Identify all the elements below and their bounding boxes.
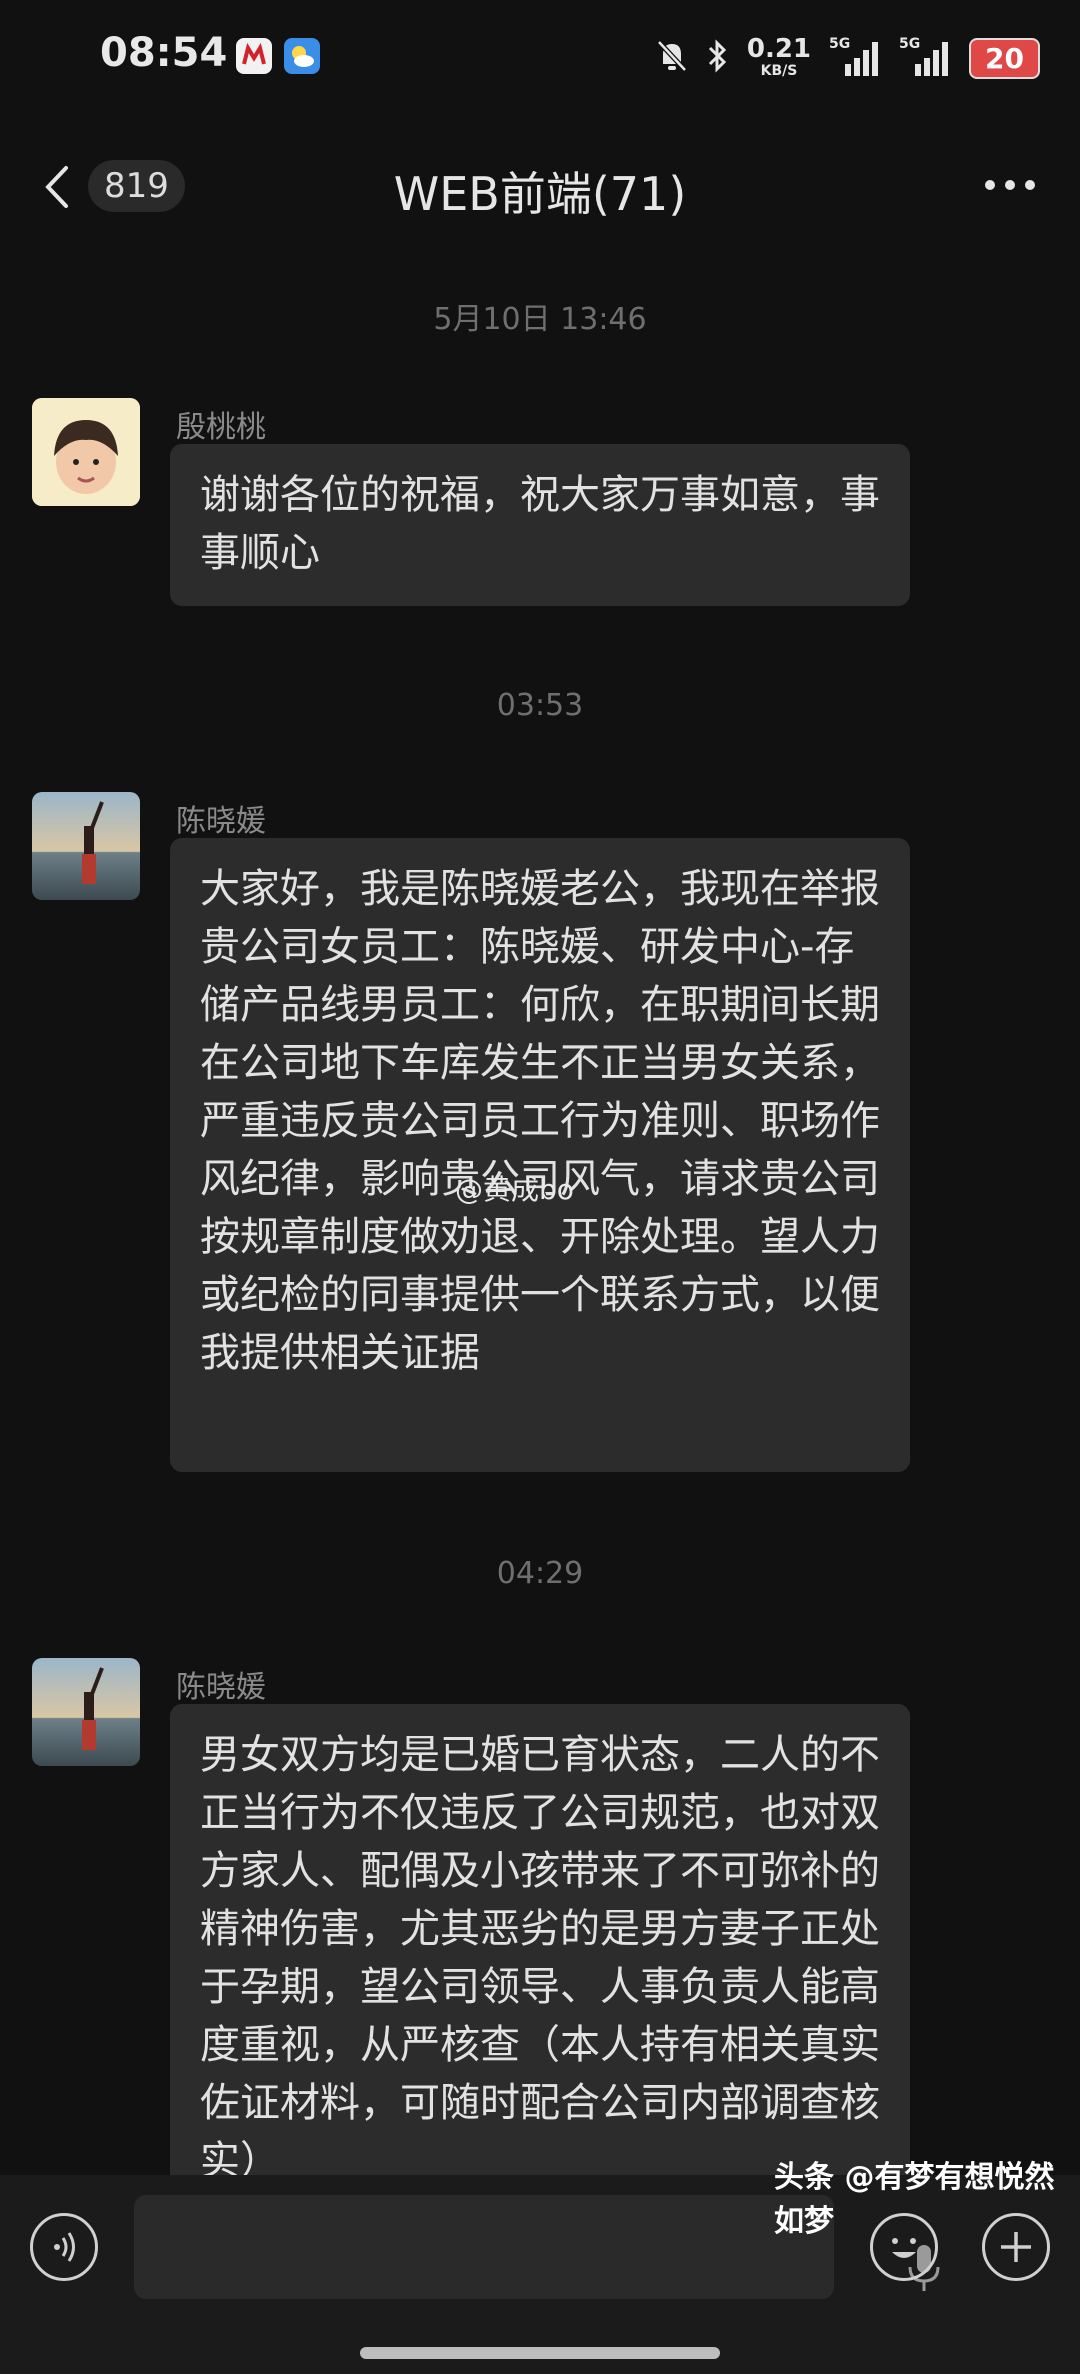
sender-name: 陈晓媛 <box>176 804 266 839</box>
message-timestamp: 04:29 <box>496 1556 584 1591</box>
signal-type-label-2: 5G <box>899 36 921 52</box>
message-bubble[interactable]: 男女双方均是已婚已育状态，二人的不正当行为不仅违反了公司规范，也对双方家人、配偶… <box>170 1704 910 2204</box>
network-speed-unit: KB/S <box>760 63 798 79</box>
network-speed: 0.21 KB/S <box>747 36 811 80</box>
weibo-watermark: @黄成bo <box>455 1173 574 1206</box>
source-watermark: 头条 @有梦有想悦然如梦 <box>774 2160 1055 2239</box>
avatar[interactable] <box>32 792 140 900</box>
message-timestamp: 5月10日 13:46 <box>433 302 647 337</box>
china-merchants-bank-app-icon <box>236 38 272 74</box>
voice-mode-icon[interactable] <box>30 2213 98 2281</box>
avatar[interactable] <box>32 398 140 506</box>
message-input[interactable] <box>134 2195 940 2299</box>
signal-icon: 5G <box>829 36 881 78</box>
sender-name: 陈晓媛 <box>176 1670 266 1705</box>
mute-bell-icon <box>655 38 689 78</box>
bluetooth-icon <box>707 38 729 78</box>
battery-icon: 20 <box>969 37 1040 79</box>
status-time: 08:54 <box>100 30 228 76</box>
home-indicator[interactable] <box>360 2347 720 2359</box>
chat-header: 819 WEB前端(71) <box>0 140 1080 235</box>
avatar[interactable] <box>32 1658 140 1766</box>
weather-app-icon <box>284 38 320 74</box>
signal-icon-2: 5G <box>899 36 951 78</box>
message-bubble[interactable]: 大家好，我是陈晓媛老公，我现在举报贵公司女员工：陈晓媛、研发中心-存储产品线男员… <box>170 838 910 1472</box>
message-bubble[interactable]: 谢谢各位的祝福，祝大家万事如意，事事顺心 <box>170 444 910 606</box>
status-indicators: 0.21 KB/S 5G 5G 20 <box>655 36 1040 80</box>
sender-name: 殷桃桃 <box>176 410 266 445</box>
status-bar: 08:54 0.21 KB/S 5G 5G 20 <box>0 0 1080 120</box>
message-timestamp: 03:53 <box>496 688 584 723</box>
more-options-icon[interactable] <box>980 170 1040 200</box>
signal-type-label: 5G <box>829 36 851 52</box>
chat-title: WEB前端(71) <box>393 167 687 221</box>
network-speed-value: 0.21 <box>746 34 812 64</box>
